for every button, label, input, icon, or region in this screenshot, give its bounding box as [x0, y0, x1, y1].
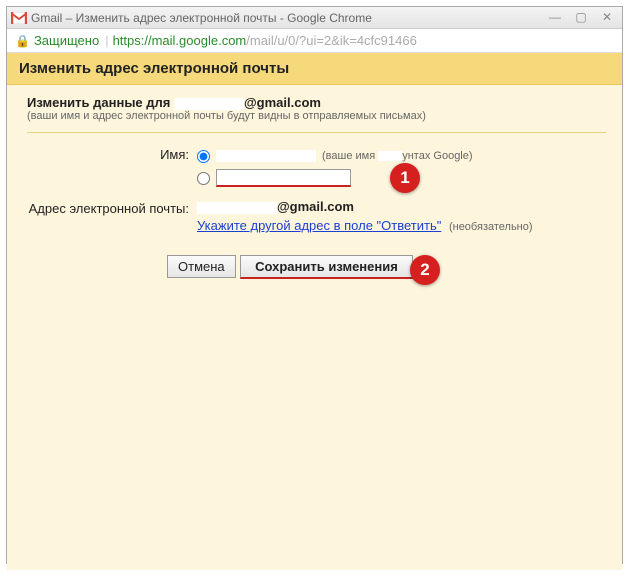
redacted-default-name [216, 150, 316, 162]
email-row: Адрес электронной почты: @gmail.com Укаж… [27, 199, 606, 233]
custom-name-input[interactable] [216, 169, 351, 187]
page-heading: Изменить адрес электронной почты [7, 53, 622, 85]
maximize-icon[interactable]: ▢ [572, 11, 590, 25]
subtitle-prefix: Изменить данные для [27, 95, 174, 110]
window-controls: — ▢ ✕ [546, 11, 616, 25]
cancel-button[interactable]: Отмена [167, 255, 236, 278]
subtitle: Изменить данные для @gmail.com [27, 95, 606, 110]
divider [27, 132, 606, 133]
subtitle-email-suffix: @gmail.com [244, 95, 321, 110]
name-hint: (ваше имя унтах Google) [322, 150, 473, 162]
button-row: Отмена Сохранить изменения [167, 255, 606, 279]
address-bar[interactable]: 🔒 Защищено | https://mail.google.com/mai… [7, 29, 622, 53]
subtitle-note: (ваши имя и адрес электронной почты буду… [27, 110, 606, 122]
radio-custom-name[interactable] [197, 172, 210, 185]
name-label: Имя: [27, 145, 197, 162]
redacted-name [174, 98, 244, 110]
annotation-2: 2 [410, 255, 440, 285]
url-host: https://mail.google.com [113, 33, 247, 48]
radio-default-name[interactable] [197, 150, 210, 163]
email-value: @gmail.com [197, 199, 533, 214]
gmail-icon [11, 12, 27, 24]
email-label: Адрес электронной почты: [27, 199, 197, 216]
save-button[interactable]: Сохранить изменения [240, 255, 413, 279]
titlebar: Gmail – Изменить адрес электронной почты… [7, 7, 622, 29]
reply-to-optional: (необязательно) [449, 221, 533, 233]
close-icon[interactable]: ✕ [598, 11, 616, 25]
redacted-email-local [197, 202, 277, 214]
window-title: Gmail – Изменить адрес электронной почты… [31, 11, 546, 25]
annotation-1: 1 [390, 163, 420, 193]
name-row: Имя: (ваше имя унтах Google) [27, 145, 606, 189]
reply-to-row: Укажите другой адрес в поле "Ответить" (… [197, 218, 533, 233]
reply-to-link[interactable]: Укажите другой адрес в поле "Ответить" [197, 218, 441, 233]
radio-option-custom[interactable] [197, 167, 473, 189]
url-separator: | [105, 33, 108, 48]
secure-label: Защищено [34, 33, 99, 48]
radio-option-default[interactable]: (ваше имя унтах Google) [197, 145, 473, 167]
content-area: Изменить данные для @gmail.com (ваши имя… [7, 85, 622, 570]
url-path: /mail/u/0/?ui=2&ik=4cfc91466 [246, 33, 417, 48]
browser-window: Gmail – Изменить адрес электронной почты… [6, 6, 623, 564]
lock-icon: 🔒 [15, 34, 30, 48]
minimize-icon[interactable]: — [546, 11, 564, 25]
